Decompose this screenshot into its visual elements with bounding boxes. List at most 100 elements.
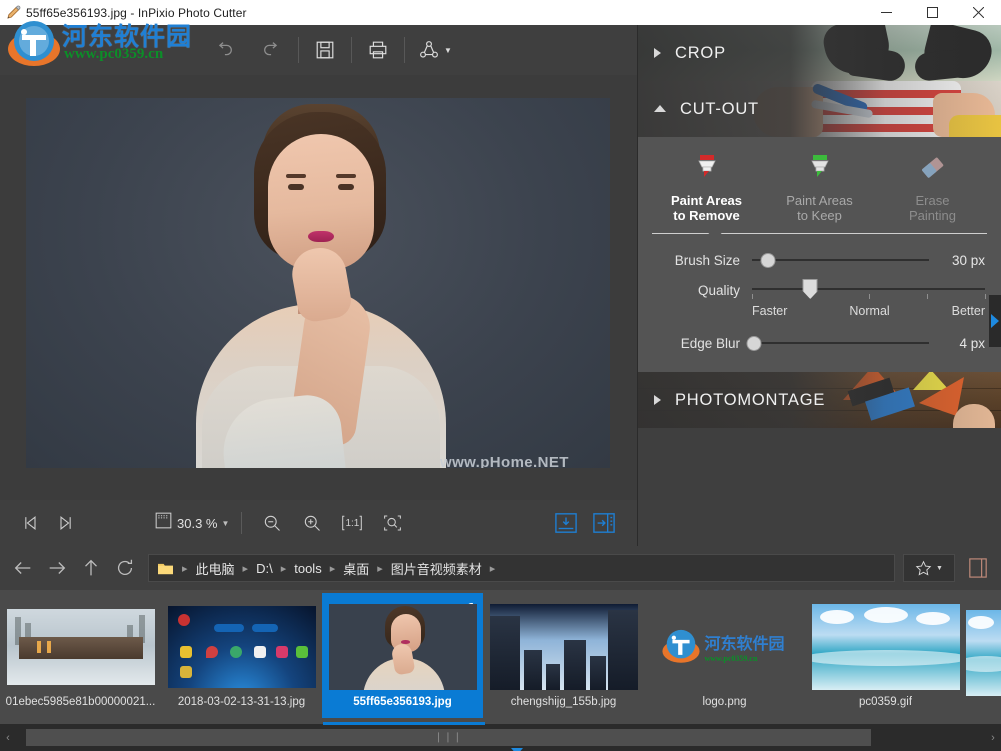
brush-size-row: Brush Size 30 px [638, 245, 1001, 275]
pc0359-logo-icon [661, 628, 701, 666]
thumbnail-image [328, 603, 477, 690]
scroll-right-arrow[interactable]: › [985, 728, 1001, 748]
back-button[interactable] [6, 551, 40, 585]
edge-blur-value: 4 px [959, 335, 985, 351]
redo-button[interactable] [248, 30, 296, 70]
thumbnail-item[interactable]: 01ebec5985e81b00000021... [0, 593, 161, 718]
collapse-panel-handle[interactable] [989, 295, 1001, 347]
section-header-crop[interactable]: CROP [638, 25, 1001, 81]
toolbar-separator [298, 37, 299, 63]
edge-blur-slider[interactable] [746, 333, 929, 353]
thumbnail-item-partial[interactable] [966, 593, 1001, 718]
quality-block: Quality Faster Normal Better [638, 275, 1001, 318]
favorites-dropdown[interactable]: ▼ [903, 554, 955, 582]
thumbnail-item[interactable]: 河东软件园 www.pc0359.cn logo.png [644, 593, 805, 718]
green-marker-icon [804, 153, 836, 188]
zoom-status-bar: 30.3 % ▼ 1:1 [0, 500, 637, 546]
refresh-button[interactable] [108, 551, 142, 585]
paint-areas-to-remove-button[interactable]: Paint Areas to Remove [653, 153, 761, 223]
breadcrumb-item-1[interactable]: D:\ [252, 559, 277, 578]
edge-blur-row: Edge Blur 4 px [638, 328, 1001, 358]
tool-label: Paint Areas to Keep [786, 193, 853, 223]
undo-button[interactable] [200, 30, 248, 70]
zoom-controls: 30.3 % ▼ 1:1 [154, 506, 410, 540]
open-in-editor-button[interactable] [589, 509, 619, 537]
brush-size-label: Brush Size [674, 252, 740, 268]
next-image-button[interactable] [48, 506, 84, 540]
slider-handle[interactable] [746, 335, 762, 351]
thumbnail-filename: 2018-03-02-13-31-13.jpg [177, 695, 306, 708]
print-button[interactable] [354, 30, 402, 70]
slider-track [752, 342, 929, 344]
folder-icon [157, 561, 174, 576]
breadcrumb-item-4[interactable]: 图片音视频素材 [387, 557, 486, 580]
paint-areas-to-keep-button[interactable]: Paint Areas to Keep [766, 153, 874, 223]
breadcrumb-item-3[interactable]: 桌面 [339, 557, 373, 580]
brush-size-slider[interactable] [752, 250, 929, 270]
section-label-cutout: CUT-OUT [680, 99, 759, 118]
save-button[interactable] [301, 30, 349, 70]
thumbnail-filmstrip[interactable]: 01ebec5985e81b00000021... 2018-03-02-13-… [0, 590, 1001, 724]
triangle-right-icon [991, 314, 999, 328]
maximize-button[interactable] [909, 0, 955, 25]
erase-painting-button[interactable]: Erase Painting [879, 153, 987, 223]
chevron-right-icon [654, 48, 661, 58]
section-header-photomontage[interactable]: PHOTOMONTAGE [638, 372, 1001, 428]
image-canvas-area[interactable]: www.pHome.NET [0, 75, 637, 500]
edited-photo[interactable]: www.pHome.NET [26, 98, 610, 468]
zoom-in-button[interactable] [294, 506, 330, 540]
logo-text-cn: 河东软件园 [704, 634, 785, 653]
first-image-button[interactable] [12, 506, 48, 540]
share-button[interactable]: ▼ [407, 30, 463, 70]
thumbnail-item-selected[interactable]: ✔ 55ff65e356193.jpg [322, 593, 483, 718]
fit-to-window-button[interactable] [374, 506, 410, 540]
zoom-level-value[interactable]: 30.3 % [177, 516, 217, 531]
filmstrip-scrollbar[interactable]: ‹ ❘❘❘ › [0, 722, 1001, 751]
actual-size-button[interactable]: 1:1 [334, 506, 370, 540]
zoom-out-button[interactable] [254, 506, 290, 540]
chevron-down-icon[interactable]: ▼ [221, 519, 229, 528]
slider-handle[interactable] [802, 279, 818, 299]
forward-button[interactable] [40, 551, 74, 585]
quality-slider[interactable] [752, 277, 986, 303]
slider-handle[interactable] [760, 252, 776, 268]
quality-label: Quality [697, 282, 740, 298]
thumbnail-filename: pc0359.gif [858, 695, 913, 708]
up-button[interactable] [74, 551, 108, 585]
thumbnail-filename: 55ff65e356193.jpg [353, 695, 452, 708]
title-bar: 55ff65e356193.jpg - InPixio Photo Cutter [0, 0, 1001, 25]
thumbnail-item[interactable]: 2018-03-02-13-31-13.jpg [161, 593, 322, 718]
breadcrumb-separator: ▸ [329, 562, 336, 575]
breadcrumb-separator: ▸ [182, 562, 188, 575]
eraser-icon [917, 153, 949, 188]
chevron-down-icon [654, 104, 666, 112]
portrait-eyebrow-right [336, 174, 356, 178]
effects-panel: CROP CUT-OUT Paint Areas to Remove Paint… [637, 25, 1001, 546]
breadcrumb[interactable]: ▸ 此电脑 ▸ D:\ ▸ tools ▸ 桌面 ▸ 图片音视频素材 ▸ [148, 554, 895, 582]
scrollbar-track[interactable]: ❘❘❘ [16, 729, 985, 751]
breadcrumb-item-2[interactable]: tools [290, 559, 325, 578]
portrait-lips [308, 231, 334, 242]
quality-scale-labels: Faster Normal Better [752, 304, 985, 318]
photo-watermark-text: www.pHome.NET [440, 454, 569, 468]
thumbnail-image [489, 603, 638, 690]
thumbnail-image [167, 604, 316, 690]
quality-label-better: Better [951, 304, 985, 318]
section-header-cutout[interactable]: CUT-OUT [638, 81, 1001, 137]
save-to-file-button[interactable] [551, 509, 581, 537]
thumbnail-item[interactable]: chengshijg_155b.jpg [483, 593, 644, 718]
toggle-preview-panel-button[interactable] [961, 551, 995, 585]
portrait-eyebrow-left [286, 174, 306, 178]
breadcrumb-item-0[interactable]: 此电脑 [192, 557, 239, 580]
minimize-button[interactable] [863, 0, 909, 25]
close-button[interactable] [955, 0, 1001, 25]
scroll-left-arrow[interactable]: ‹ [0, 728, 16, 748]
thumbnail-item[interactable]: pc0359.gif [805, 593, 966, 718]
breadcrumb-separator: ▸ [242, 562, 249, 575]
toolbar-separator [351, 37, 352, 63]
breadcrumb-separator: ▸ [377, 562, 383, 575]
scrollbar-thumb[interactable]: ❘❘❘ [26, 729, 871, 746]
zoom-region-icon [154, 511, 173, 535]
logo-text-url: www.pc0359.cn [704, 654, 758, 663]
quality-label-faster: Faster [752, 304, 788, 318]
